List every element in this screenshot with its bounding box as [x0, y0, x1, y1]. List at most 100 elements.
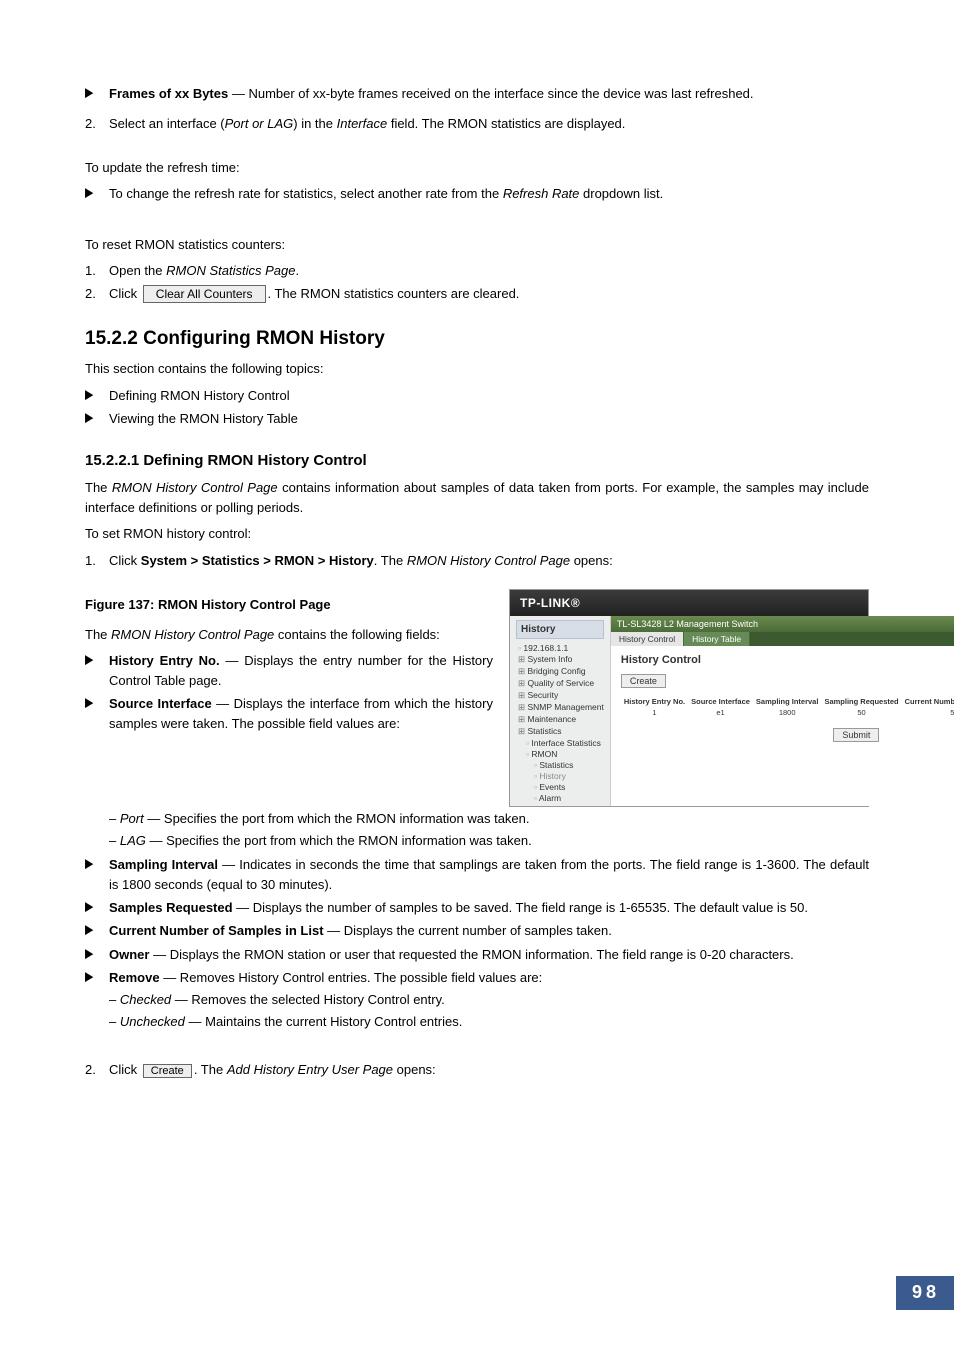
frames-label: Frames of xx Bytes: [109, 86, 228, 101]
current-text: — Displays the current number of samples…: [324, 923, 612, 938]
figure-lead: The RMON History Control Page contains t…: [85, 625, 493, 645]
reset-s2-a: Click: [109, 286, 141, 301]
nav-qos[interactable]: Quality of Service: [518, 678, 604, 689]
sec15221-step-1: 1. Click System > Statistics > RMON > Hi…: [85, 551, 869, 571]
nav-snmp[interactable]: SNMP Management: [518, 702, 604, 713]
nav-system-info[interactable]: System Info: [518, 654, 604, 665]
update-it: Refresh Rate: [503, 186, 580, 201]
unchecked-text: — Maintains the current History Control …: [185, 1014, 462, 1029]
content-heading: History Control: [621, 654, 954, 666]
current-label: Current Number of Samples in List: [109, 923, 324, 938]
reset-step-1: 1. Open the RMON Statistics Page.: [85, 261, 869, 281]
history-table: History Entry No. Source Interface Sampl…: [621, 696, 954, 718]
remaining-fields: Sampling Interval — Indicates in seconds…: [85, 855, 869, 1032]
intro-steps: 2. Select an interface (Port or LAG) in …: [85, 114, 869, 134]
cell-sampling-req: 50: [821, 707, 901, 718]
step-number: 1.: [85, 261, 96, 281]
step2-text-c: field. The RMON statistics are displayed…: [387, 116, 625, 131]
nav-interface-stats[interactable]: Interface Statistics: [518, 738, 604, 748]
owner: Owner — Displays the RMON station or use…: [85, 945, 869, 965]
frames-text: — Number of xx-byte frames received on t…: [228, 86, 753, 101]
col-sampling-req: Sampling Requested: [821, 696, 901, 707]
col-current-num: Current Number of Samples: [902, 696, 954, 707]
src-label: Source Interface: [109, 696, 212, 711]
step2-text-a: Select an interface (: [109, 116, 225, 131]
source-interface: Source Interface — Displays the interfac…: [85, 694, 493, 734]
sec15221-steps: 1. Click System > Statistics > RMON > Hi…: [85, 551, 869, 571]
col-sampling-int: Sampling Interval: [753, 696, 822, 707]
sec1522-lead: This section contains the following topi…: [85, 359, 869, 379]
sec15221-p2: To set RMON history control:: [85, 524, 869, 544]
create-b: . The: [194, 1062, 227, 1077]
col-source-if: Source Interface: [688, 696, 753, 707]
intro-bullets: Frames of xx Bytes — Number of xx-byte f…: [85, 84, 869, 104]
tab-history-table[interactable]: History Table: [684, 632, 750, 646]
nav-ip[interactable]: 192.168.1.1: [518, 643, 604, 653]
update-b: dropdown list.: [579, 186, 663, 201]
create-button[interactable]: Create: [621, 674, 666, 688]
create-c: opens:: [393, 1062, 436, 1077]
samples-requested: Samples Requested — Displays the number …: [85, 898, 869, 918]
create-step-2: 2. Click Create. The Add History Entry U…: [85, 1060, 869, 1080]
reset-s2-b: . The RMON statistics counters are clear…: [268, 286, 520, 301]
port-text: — Specifies the port from which the RMON…: [144, 811, 530, 826]
tab-history-control[interactable]: History Control: [611, 632, 684, 646]
update-heading: To update the refresh time:: [85, 158, 869, 178]
figure-fields-left: History Entry No. — Displays the entry n…: [85, 651, 493, 735]
clear-all-counters-button-image: Clear All Counters: [143, 285, 266, 303]
samples-req-label: Samples Requested: [109, 900, 233, 915]
nav-rmon[interactable]: RMON: [518, 749, 604, 759]
nav-rmon-stats[interactable]: Statistics: [518, 760, 604, 770]
nav-maintenance[interactable]: Maintenance: [518, 714, 604, 725]
nav-statistics[interactable]: Statistics: [518, 726, 604, 737]
samples-req-text: — Displays the number of samples to be s…: [233, 900, 808, 915]
figure-caption: Figure 137: RMON History Control Page: [85, 595, 493, 615]
lag-def: LAG — Specifies the port from which the …: [109, 831, 869, 851]
owner-label: Owner: [109, 947, 149, 962]
intro-step-2: 2. Select an interface (Port or LAG) in …: [85, 114, 869, 134]
port-def: Port — Specifies the port from which the…: [109, 809, 869, 829]
lead-a: The: [85, 627, 111, 642]
nav-bridging-config[interactable]: Bridging Config: [518, 666, 604, 677]
step-number: 1.: [85, 551, 96, 571]
checked-def: Checked — Removes the selected History C…: [109, 990, 869, 1010]
nav-security[interactable]: Security: [518, 690, 604, 701]
lead-it: RMON History Control Page: [111, 627, 274, 642]
reset-s1-a: Open the: [109, 263, 166, 278]
create-button-image: Create: [143, 1064, 192, 1078]
nav-sidebar: History 192.168.1.1 System Info Bridging…: [510, 616, 611, 806]
step2-it2: Interface: [337, 116, 388, 131]
sampling-interval: Sampling Interval — Indicates in seconds…: [85, 855, 869, 895]
submit-button[interactable]: Submit: [833, 728, 879, 742]
nav-rmon-history[interactable]: History: [518, 771, 604, 781]
sampling-text: — Indicates in seconds the time that sam…: [109, 857, 869, 892]
submit-row: Submit: [621, 726, 954, 750]
reset-heading: To reset RMON statistics counters:: [85, 235, 869, 255]
hist-label: History Entry No.: [109, 653, 220, 668]
create-a: Click: [109, 1062, 141, 1077]
cell-entry-no: 1: [621, 707, 688, 718]
main-panel: TL-SL3428 L2 Management Switch About Hel…: [611, 616, 954, 806]
col-entry-no: History Entry No.: [621, 696, 688, 707]
s1-b: . The: [374, 553, 407, 568]
s1-it: RMON History Control Page: [407, 553, 570, 568]
owner-text: — Displays the RMON station or user that…: [149, 947, 793, 962]
cell-sampling-int: 1800: [753, 707, 822, 718]
switch-title: TL-SL3428 L2 Management Switch: [617, 619, 758, 629]
sec1522-b2: Viewing the RMON History Table: [85, 409, 869, 429]
remove-text: — Removes History Control entries. The p…: [160, 970, 543, 985]
sampling-label: Sampling Interval: [109, 857, 218, 872]
sec1522-b1: Defining RMON History Control: [85, 386, 869, 406]
update-bullets: To change the refresh rate for statistic…: [85, 184, 869, 204]
reset-step-2: 2. Click Clear All Counters. The RMON st…: [85, 284, 869, 304]
nav-rmon-alarm[interactable]: Alarm: [518, 793, 604, 803]
s1-a: Click: [109, 553, 141, 568]
unchecked-def: Unchecked — Maintains the current Histor…: [109, 1012, 869, 1032]
create-steps: 2. Click Create. The Add History Entry U…: [85, 1060, 869, 1080]
source-interface-sub: Port — Specifies the port from which the…: [85, 809, 869, 851]
frames-of-xx-bytes: Frames of xx Bytes — Number of xx-byte f…: [85, 84, 869, 104]
reset-steps: 1. Open the RMON Statistics Page. 2. Cli…: [85, 261, 869, 304]
step2-text-b: ) in the: [293, 116, 336, 131]
p1-a: The: [85, 480, 112, 495]
nav-rmon-events[interactable]: Events: [518, 782, 604, 792]
